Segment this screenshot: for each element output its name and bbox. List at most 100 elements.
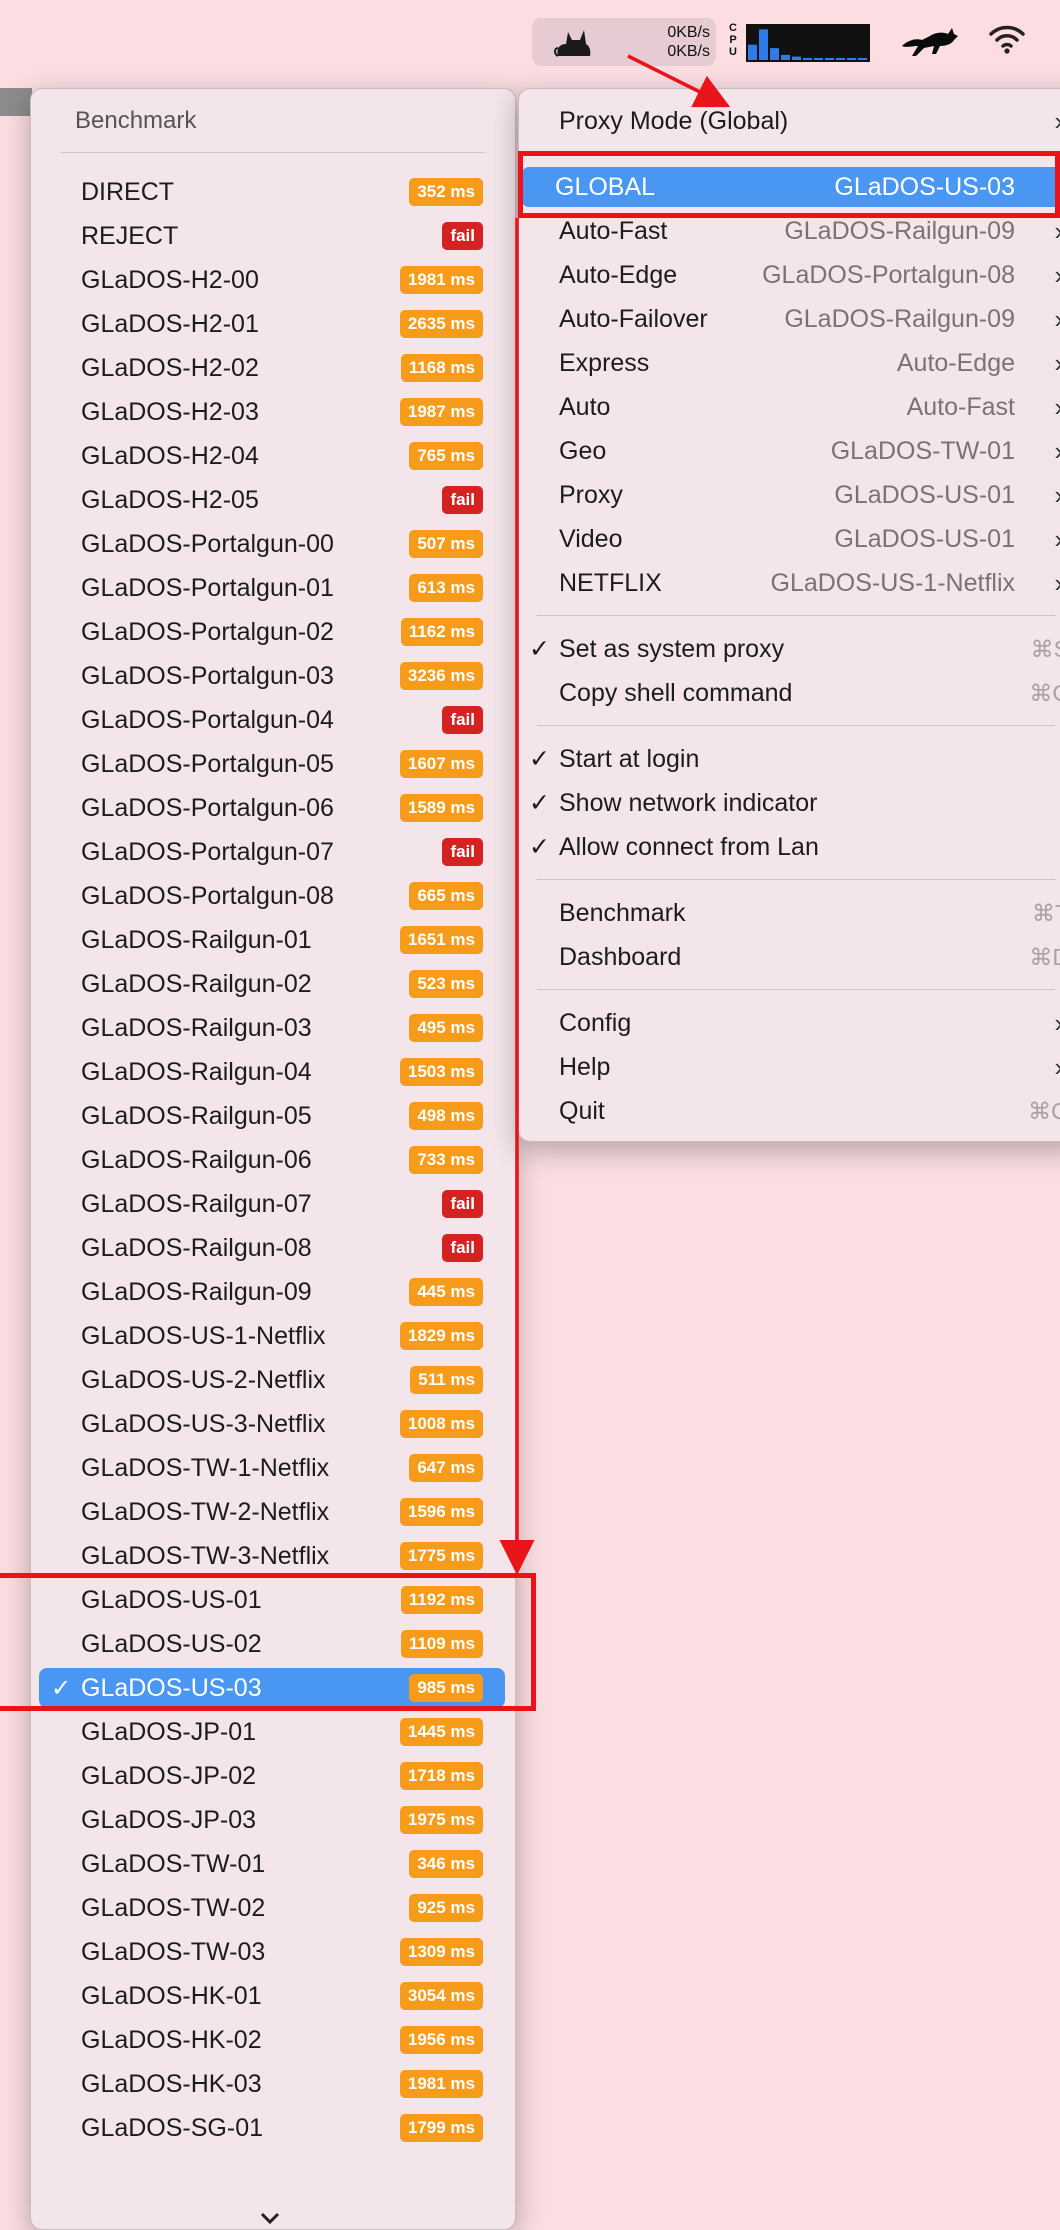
server-name: GLaDOS-H2-01 bbox=[81, 309, 259, 338]
benchmark-item[interactable]: GLaDOS-Portalgun-05 1607 ms bbox=[39, 744, 505, 784]
benchmark-item[interactable]: GLaDOS-Railgun-01 1651 ms bbox=[39, 920, 505, 960]
benchmark-item[interactable]: GLaDOS-H2-00 1981 ms bbox=[39, 260, 505, 300]
toggle-item[interactable]: ✓ Show network indicator bbox=[525, 783, 1060, 823]
benchmark-item[interactable]: GLaDOS-Portalgun-02 1162 ms bbox=[39, 612, 505, 652]
latency-badge: 352 ms bbox=[409, 178, 483, 206]
wifi-icon[interactable] bbox=[988, 22, 1026, 56]
keyboard-shortcut: ⌘D bbox=[1029, 943, 1060, 970]
server-name: GLaDOS-H2-00 bbox=[81, 265, 259, 294]
toggle-item[interactable]: ✓ Start at login bbox=[525, 739, 1060, 779]
chevron-right-icon: › bbox=[1054, 260, 1060, 291]
latency-badge: 1718 ms bbox=[399, 1762, 483, 1790]
benchmark-item[interactable]: GLaDOS-HK-02 1956 ms bbox=[39, 2020, 505, 2060]
benchmark-item[interactable]: GLaDOS-H2-02 1168 ms bbox=[39, 348, 505, 388]
separator bbox=[61, 152, 485, 153]
network-rates: 0KB/s 0KB/s bbox=[636, 23, 710, 61]
benchmark-item[interactable]: GLaDOS-TW-03 1309 ms bbox=[39, 1932, 505, 1972]
proxy-group-item[interactable]: Auto Auto-Fast › bbox=[525, 387, 1060, 427]
benchmark-item[interactable]: GLaDOS-Railgun-08 fail bbox=[39, 1228, 505, 1268]
benchmark-item[interactable]: DIRECT 352 ms bbox=[39, 172, 505, 212]
cpu-graph[interactable] bbox=[746, 24, 870, 62]
chevron-right-icon: › bbox=[1054, 216, 1060, 247]
benchmark-item[interactable]: GLaDOS-US-3-Netflix 1008 ms bbox=[39, 1404, 505, 1444]
system-item[interactable]: Copy shell command ⌘C bbox=[525, 673, 1060, 713]
benchmark-item[interactable]: GLaDOS-Railgun-07 fail bbox=[39, 1184, 505, 1224]
group-selection: GLaDOS-US-1-Netflix bbox=[770, 568, 1016, 597]
chevron-right-icon: › bbox=[1054, 524, 1060, 555]
proxy-group-item[interactable]: Express Auto-Edge › bbox=[525, 343, 1060, 383]
benchmark-item[interactable]: GLaDOS-SG-01 1799 ms bbox=[39, 2108, 505, 2148]
benchmark-item[interactable]: GLaDOS-TW-2-Netflix 1596 ms bbox=[39, 1492, 505, 1532]
tool-item[interactable]: Dashboard ⌘D bbox=[525, 937, 1060, 977]
benchmark-item[interactable]: GLaDOS-Portalgun-06 1589 ms bbox=[39, 788, 505, 828]
benchmark-item[interactable]: GLaDOS-Portalgun-00 507 ms bbox=[39, 524, 505, 564]
proxy-group-item[interactable]: Auto-Edge GLaDOS-Portalgun-08 › bbox=[525, 255, 1060, 295]
benchmark-item[interactable]: GLaDOS-Portalgun-07 fail bbox=[39, 832, 505, 872]
toggle-item[interactable]: ✓ Allow connect from Lan bbox=[525, 827, 1060, 867]
benchmark-item[interactable]: GLaDOS-Portalgun-04 fail bbox=[39, 700, 505, 740]
proxy-mode-item[interactable]: Proxy Mode (Global) › bbox=[525, 101, 1060, 141]
latency-badge: 1799 ms bbox=[399, 2114, 483, 2142]
server-name: GLaDOS-US-2-Netflix bbox=[81, 1365, 326, 1394]
benchmark-item[interactable]: GLaDOS-TW-3-Netflix 1775 ms bbox=[39, 1536, 505, 1576]
benchmark-item[interactable]: GLaDOS-US-2-Netflix 511 ms bbox=[39, 1360, 505, 1400]
server-name: GLaDOS-Portalgun-08 bbox=[81, 881, 334, 910]
latency-badge: 507 ms bbox=[409, 530, 483, 558]
system-item[interactable]: ✓ Set as system proxy ⌘S bbox=[525, 629, 1060, 669]
group-selection: GLaDOS-Railgun-09 bbox=[784, 216, 1015, 245]
benchmark-item[interactable]: GLaDOS-TW-02 925 ms bbox=[39, 1888, 505, 1928]
proxy-group-item[interactable]: Auto-Failover GLaDOS-Railgun-09 › bbox=[525, 299, 1060, 339]
benchmark-item[interactable]: GLaDOS-JP-03 1975 ms bbox=[39, 1800, 505, 1840]
server-name: GLaDOS-Portalgun-04 bbox=[81, 705, 334, 734]
separator bbox=[537, 879, 1055, 880]
chevron-right-icon: › bbox=[1054, 106, 1060, 137]
benchmark-item[interactable]: GLaDOS-Portalgun-03 3236 ms bbox=[39, 656, 505, 696]
chevron-down-icon[interactable] bbox=[257, 2209, 283, 2227]
proxy-group-item[interactable]: Geo GLaDOS-TW-01 › bbox=[525, 431, 1060, 471]
proxy-group-item[interactable]: Proxy GLaDOS-US-01 › bbox=[525, 475, 1060, 515]
benchmark-item[interactable]: GLaDOS-Railgun-05 498 ms bbox=[39, 1096, 505, 1136]
benchmark-title: Benchmark bbox=[75, 107, 197, 134]
tool-item[interactable]: Benchmark ⌘T bbox=[525, 893, 1060, 933]
latency-badge: 1503 ms bbox=[399, 1058, 483, 1086]
benchmark-item[interactable]: GLaDOS-Railgun-04 1503 ms bbox=[39, 1052, 505, 1092]
menu-bar: 0KB/s 0KB/s CPU bbox=[0, 0, 1060, 80]
benchmark-item[interactable]: GLaDOS-TW-01 346 ms bbox=[39, 1844, 505, 1884]
benchmark-item[interactable]: GLaDOS-HK-03 1981 ms bbox=[39, 2064, 505, 2104]
benchmark-item[interactable]: GLaDOS-TW-1-Netflix 647 ms bbox=[39, 1448, 505, 1488]
benchmark-item[interactable]: GLaDOS-US-1-Netflix 1829 ms bbox=[39, 1316, 505, 1356]
runcat-icon[interactable] bbox=[900, 20, 960, 60]
latency-badge: 1981 ms bbox=[399, 266, 483, 294]
benchmark-item[interactable]: GLaDOS-HK-01 3054 ms bbox=[39, 1976, 505, 2016]
server-name: GLaDOS-H2-02 bbox=[81, 353, 259, 382]
benchmark-item[interactable]: GLaDOS-Railgun-03 495 ms bbox=[39, 1008, 505, 1048]
footer-item[interactable]: Help › bbox=[525, 1047, 1060, 1087]
footer-item[interactable]: Config › bbox=[525, 1003, 1060, 1043]
benchmark-item[interactable]: GLaDOS-Portalgun-01 613 ms bbox=[39, 568, 505, 608]
footer-item[interactable]: Quit ⌘Q bbox=[525, 1091, 1060, 1131]
main-menu: Proxy Mode (Global)›GLOBALGLaDOS-US-03›A… bbox=[518, 88, 1060, 1142]
benchmark-item[interactable]: GLaDOS-Railgun-02 523 ms bbox=[39, 964, 505, 1004]
benchmark-item[interactable]: GLaDOS-JP-01 1445 ms bbox=[39, 1712, 505, 1752]
checkmark-icon: ✓ bbox=[529, 789, 550, 817]
benchmark-item[interactable]: REJECT fail bbox=[39, 216, 505, 256]
benchmark-item[interactable]: GLaDOS-Portalgun-08 665 ms bbox=[39, 876, 505, 916]
checkmark-icon: ✓ bbox=[529, 745, 550, 773]
latency-badge: 1975 ms bbox=[399, 1806, 483, 1834]
benchmark-item[interactable]: GLaDOS-JP-02 1718 ms bbox=[39, 1756, 505, 1796]
latency-badge: 1607 ms bbox=[399, 750, 483, 778]
benchmark-item[interactable]: GLaDOS-H2-05 fail bbox=[39, 480, 505, 520]
keyboard-shortcut: ⌘C bbox=[1029, 679, 1060, 706]
proxy-group-item[interactable]: Video GLaDOS-US-01 › bbox=[525, 519, 1060, 559]
network-indicator[interactable]: 0KB/s 0KB/s bbox=[532, 18, 716, 66]
benchmark-item[interactable]: GLaDOS-H2-03 1987 ms bbox=[39, 392, 505, 432]
server-name: GLaDOS-Railgun-05 bbox=[81, 1101, 312, 1130]
group-name: Proxy bbox=[559, 480, 623, 509]
benchmark-item[interactable]: GLaDOS-H2-01 2635 ms bbox=[39, 304, 505, 344]
benchmark-item[interactable]: GLaDOS-Railgun-09 445 ms bbox=[39, 1272, 505, 1312]
proxy-group-item[interactable]: NETFLIX GLaDOS-US-1-Netflix › bbox=[525, 563, 1060, 603]
download-rate: 0KB/s bbox=[667, 43, 710, 60]
benchmark-item[interactable]: GLaDOS-Railgun-06 733 ms bbox=[39, 1140, 505, 1180]
latency-badge: 2635 ms bbox=[399, 310, 483, 338]
benchmark-item[interactable]: GLaDOS-H2-04 765 ms bbox=[39, 436, 505, 476]
